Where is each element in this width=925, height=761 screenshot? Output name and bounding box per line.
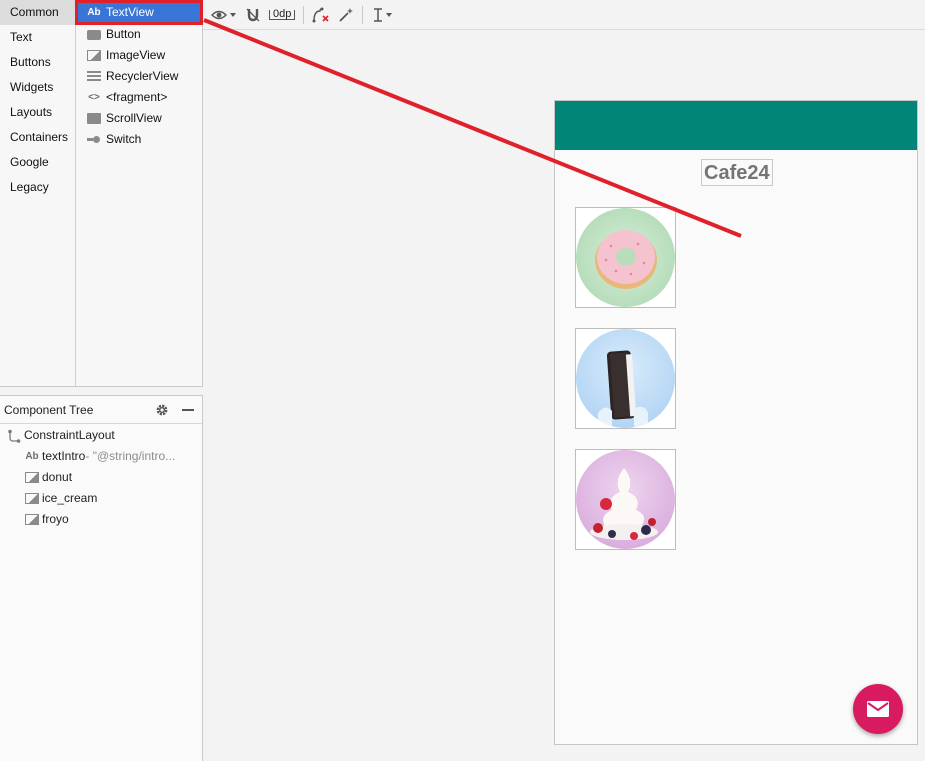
palette-items: Ab TextView Button ImageView RecyclerVie… <box>75 0 203 150</box>
palette-item-switch[interactable]: Switch <box>76 129 202 150</box>
palette-item-scrollview[interactable]: ScrollView <box>76 108 202 129</box>
textintro-view[interactable]: Cafe24 <box>701 159 773 186</box>
envelope-icon <box>867 701 889 717</box>
ice-cream-image[interactable] <box>575 328 676 429</box>
button-icon <box>86 28 102 42</box>
palette-panel: Common Text Buttons Widgets Layouts Cont… <box>0 0 203 387</box>
text-ab-icon: Ab <box>25 451 39 462</box>
app-bar <box>555 101 917 150</box>
category-buttons[interactable]: Buttons <box>0 50 75 75</box>
clear-constraints-icon[interactable] <box>312 4 330 26</box>
palette-item-label: TextView <box>106 5 154 19</box>
component-tree-title: Component Tree <box>4 402 94 417</box>
palette-item-label: ImageView <box>106 48 166 62</box>
image-icon <box>23 514 41 525</box>
tree-item-constraintlayout[interactable]: ConstraintLayout <box>0 425 202 446</box>
tree-item-froyo[interactable]: froyo <box>0 509 202 530</box>
guidelines-dropdown[interactable] <box>371 4 395 26</box>
category-google[interactable]: Google <box>0 150 75 175</box>
design-surface: 0dp Cafe24 <box>203 0 925 761</box>
tree-item-label: froyo <box>42 512 69 526</box>
category-containers[interactable]: Containers <box>0 125 75 150</box>
tree-item-ice-cream[interactable]: ice_cream <box>0 488 202 509</box>
tree-item-label: ice_cream <box>42 491 98 505</box>
text-ab-icon: Ab <box>87 7 101 18</box>
email-fab[interactable] <box>853 684 903 734</box>
minimize-icon[interactable] <box>180 402 196 418</box>
switch-icon <box>86 133 102 147</box>
tree-item-hint: - "@string/intro... <box>85 449 176 463</box>
design-toolbar: 0dp <box>203 0 925 30</box>
palette-item-imageview[interactable]: ImageView <box>76 45 202 66</box>
tree-item-label: ConstraintLayout <box>24 428 115 442</box>
palette-item-fragment[interactable]: <> <fragment> <box>76 87 202 108</box>
palette-item-label: RecyclerView <box>106 69 179 83</box>
code-brackets-icon: <> <box>88 92 100 103</box>
image-icon <box>23 472 41 483</box>
toolbar-divider <box>362 5 364 24</box>
view-options-button[interactable] <box>211 4 237 26</box>
palette-item-label: Button <box>106 27 141 41</box>
donut-icon <box>576 208 675 307</box>
toolbar-divider <box>303 5 305 24</box>
donut-image[interactable] <box>575 207 676 308</box>
scroll-icon <box>86 112 102 126</box>
magnet-icon[interactable] <box>245 4 261 26</box>
category-legacy[interactable]: Legacy <box>0 175 75 200</box>
image-icon <box>86 49 102 63</box>
default-margin-value: 0dp <box>269 8 296 20</box>
component-tree-header: Component Tree <box>0 396 202 424</box>
frozen-yogurt-icon <box>576 450 675 549</box>
magic-wand-icon[interactable] <box>338 4 354 26</box>
palette-item-label: <fragment> <box>106 90 168 104</box>
device-preview: Cafe24 <box>554 100 918 745</box>
tree-item-label: textIntro <box>42 449 86 463</box>
palette-item-recyclerview[interactable]: RecyclerView <box>76 66 202 87</box>
default-margin-control[interactable]: 0dp <box>269 4 296 26</box>
palette-item-button[interactable]: Button <box>76 24 202 45</box>
palette-item-label: Switch <box>106 132 142 146</box>
category-text[interactable]: Text <box>0 25 75 50</box>
category-common[interactable]: Common <box>0 0 75 25</box>
palette-item-textview[interactable]: Ab TextView <box>75 0 203 25</box>
tree-item-label: donut <box>42 470 73 484</box>
list-icon <box>86 70 102 84</box>
component-tree-panel: Component Tree ConstraintLayout Ab textI… <box>0 395 203 761</box>
category-widgets[interactable]: Widgets <box>0 75 75 100</box>
palette-categories: Common Text Buttons Widgets Layouts Cont… <box>0 0 76 386</box>
froyo-image[interactable] <box>575 449 676 550</box>
gear-icon[interactable] <box>154 402 170 418</box>
tree-item-donut[interactable]: donut <box>0 467 202 488</box>
constraint-layout-icon <box>5 429 23 443</box>
category-layouts[interactable]: Layouts <box>0 100 75 125</box>
tree-item-textintro[interactable]: Ab textIntro - "@string/intro... <box>0 446 202 467</box>
palette-item-label: ScrollView <box>106 111 162 125</box>
ice-cream-sandwich-icon <box>576 329 675 428</box>
image-icon <box>23 493 41 504</box>
